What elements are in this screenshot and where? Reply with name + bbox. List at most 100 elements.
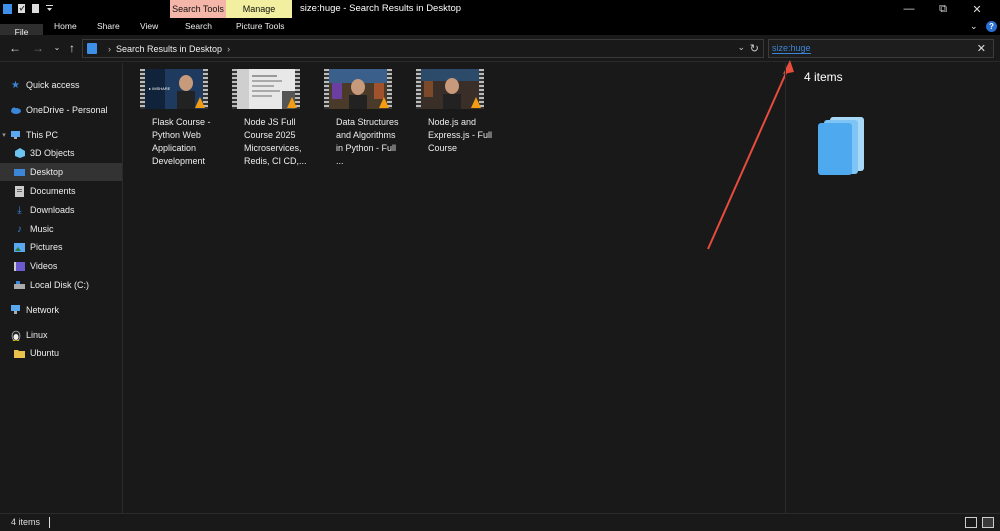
file-name[interactable]: Node JS Full Course 2025 Microservices, … — [244, 116, 308, 168]
close-button[interactable]: ✕ — [960, 0, 994, 18]
pictures-icon — [14, 242, 25, 253]
vlc-icon — [379, 97, 389, 108]
music-icon: ♪ — [17, 223, 22, 235]
sidebar-item-label: Downloads — [30, 205, 75, 215]
chevron-down-icon: ⌄ — [970, 21, 978, 31]
sidebar-item-linux[interactable]: Linux — [0, 326, 122, 344]
arrow-up-icon: ↑ — [69, 41, 75, 55]
pc-icon — [10, 130, 21, 141]
sidebar-item-label: Desktop — [30, 167, 64, 177]
navigation-pane: ★ Quick access OneDrive - Personal ▾ Thi… — [0, 63, 123, 513]
tab-share[interactable]: Share — [97, 18, 120, 35]
new-folder-icon[interactable] — [30, 2, 40, 14]
vlc-icon — [195, 97, 205, 108]
video-thumbnail[interactable]: ▸ IMSHARE — [140, 69, 208, 109]
document-icon — [14, 185, 25, 197]
recent-locations-button[interactable]: ⌄ — [50, 41, 64, 55]
cloud-icon — [10, 105, 21, 116]
sidebar-item-label: Pictures — [30, 242, 63, 252]
network-icon — [10, 305, 21, 316]
large-icons-view-button[interactable] — [982, 517, 994, 528]
sidebar-item-label: Ubuntu — [30, 348, 60, 358]
sidebar-item-ubuntu[interactable]: Ubuntu — [0, 344, 122, 362]
tab-picture-tools[interactable]: Picture Tools — [236, 18, 285, 35]
multiple-files-icon — [818, 117, 864, 175]
tab-search[interactable]: Search — [185, 18, 212, 35]
breadcrumb-chevron-icon[interactable]: › — [227, 44, 230, 54]
minimize-button[interactable]: — — [892, 0, 926, 18]
sidebar-item-label: 3D Objects — [30, 148, 75, 158]
file-item[interactable]: Node.js and Express.js - Full Course — [400, 69, 492, 155]
details-view-button[interactable] — [965, 517, 977, 528]
sidebar-item-videos[interactable]: Videos — [0, 257, 122, 275]
video-icon — [14, 261, 25, 272]
maximize-button[interactable]: ⧉ — [926, 0, 960, 18]
search-tools-context-tab[interactable]: Search Tools — [170, 0, 226, 18]
help-icon[interactable]: ? — [986, 21, 997, 32]
breadcrumb-item[interactable]: Search Results in Desktop — [116, 44, 222, 54]
file-name[interactable]: Data Structures and Algorithms in Python… — [336, 116, 400, 168]
up-button[interactable]: ↑ — [65, 41, 79, 55]
sidebar-item-documents[interactable]: Documents — [0, 182, 122, 200]
breadcrumb-separator-icon: › — [108, 43, 111, 54]
file-item[interactable]: Node JS Full Course 2025 Microservices, … — [216, 69, 307, 168]
sidebar-item-downloads[interactable]: ⤓ Downloads — [0, 201, 122, 219]
back-button[interactable]: ← — [8, 41, 22, 55]
search-input[interactable]: size:huge ✕ — [768, 39, 994, 58]
desktop-icon — [14, 167, 25, 178]
sidebar-item-desktop[interactable]: Desktop — [0, 163, 122, 181]
details-item-count: 4 items — [804, 70, 843, 84]
download-icon: ⤓ — [17, 204, 22, 216]
properties-icon[interactable] — [16, 2, 26, 14]
chevron-down-icon: ⌄ — [53, 43, 61, 52]
sidebar-item-label: Quick access — [26, 80, 80, 90]
sidebar-item-local-disk[interactable]: Local Disk (C:) — [0, 276, 122, 294]
details-pane: 4 items — [785, 63, 1000, 513]
drive-icon — [14, 280, 25, 291]
file-item[interactable]: Data Structures and Algorithms in Python… — [308, 69, 399, 168]
file-name[interactable]: Node.js and Express.js - Full Course — [428, 116, 492, 155]
sidebar-item-label: Documents — [30, 186, 76, 196]
address-row: ← → ⌄ ↑ › Search Results in Desktop › ⌄ … — [0, 35, 1000, 62]
expand-ribbon-button[interactable]: ⌄ — [970, 18, 978, 35]
restore-icon: ⧉ — [939, 2, 947, 15]
sidebar-item-label: Music — [30, 224, 54, 234]
address-bar[interactable]: › Search Results in Desktop › ⌄ ↻ — [82, 39, 764, 58]
arrow-left-icon: ← — [9, 41, 21, 55]
sidebar-item-quick-access[interactable]: ★ Quick access — [0, 76, 122, 94]
expand-chevron-icon[interactable]: ▾ — [0, 131, 8, 139]
arrow-right-icon: → — [32, 41, 44, 55]
sidebar-item-label: Videos — [30, 261, 58, 271]
ribbon-tabs: File Home Share View Search Picture Tool… — [0, 18, 1000, 41]
vlc-icon — [287, 97, 297, 108]
tab-home[interactable]: Home — [54, 18, 77, 35]
explorer-app-icon — [2, 2, 12, 14]
sidebar-item-label: Network — [26, 305, 60, 315]
sidebar-item-pictures[interactable]: Pictures — [0, 238, 122, 256]
minimize-icon: — — [903, 3, 915, 15]
customize-qat-icon[interactable] — [44, 2, 54, 14]
svg-text:▸ IMSHARE: ▸ IMSHARE — [149, 86, 171, 91]
cube-icon — [14, 148, 25, 159]
sidebar-item-3d-objects[interactable]: 3D Objects — [0, 144, 122, 162]
clear-search-icon[interactable]: ✕ — [977, 42, 986, 55]
sidebar-item-onedrive[interactable]: OneDrive - Personal — [0, 101, 122, 119]
close-icon: ✕ — [972, 3, 982, 16]
tab-view[interactable]: View — [140, 18, 158, 35]
manage-context-tab[interactable]: Manage — [226, 0, 292, 18]
sidebar-item-music[interactable]: ♪ Music — [0, 220, 122, 238]
sidebar-item-label: Local Disk (C:) — [30, 280, 90, 290]
file-name[interactable]: Flask Course - Python Web Application De… — [152, 116, 216, 168]
video-thumbnail[interactable] — [416, 69, 484, 109]
sidebar-item-label: OneDrive - Personal — [26, 105, 108, 115]
status-bar: 4 items — [0, 513, 1000, 531]
video-thumbnail[interactable] — [324, 69, 392, 109]
sidebar-item-network[interactable]: Network — [0, 301, 122, 319]
annotation-arrow — [707, 60, 794, 250]
status-separator — [49, 517, 50, 528]
title-bar: Search Tools Manage size:huge - Search R… — [0, 0, 1000, 18]
sidebar-item-this-pc[interactable]: ▾ This PC — [0, 126, 122, 144]
forward-button[interactable]: → — [31, 41, 45, 55]
file-item[interactable]: ▸ IMSHARE Flask Course - Python Web Appl… — [124, 69, 212, 168]
video-thumbnail[interactable] — [232, 69, 300, 109]
